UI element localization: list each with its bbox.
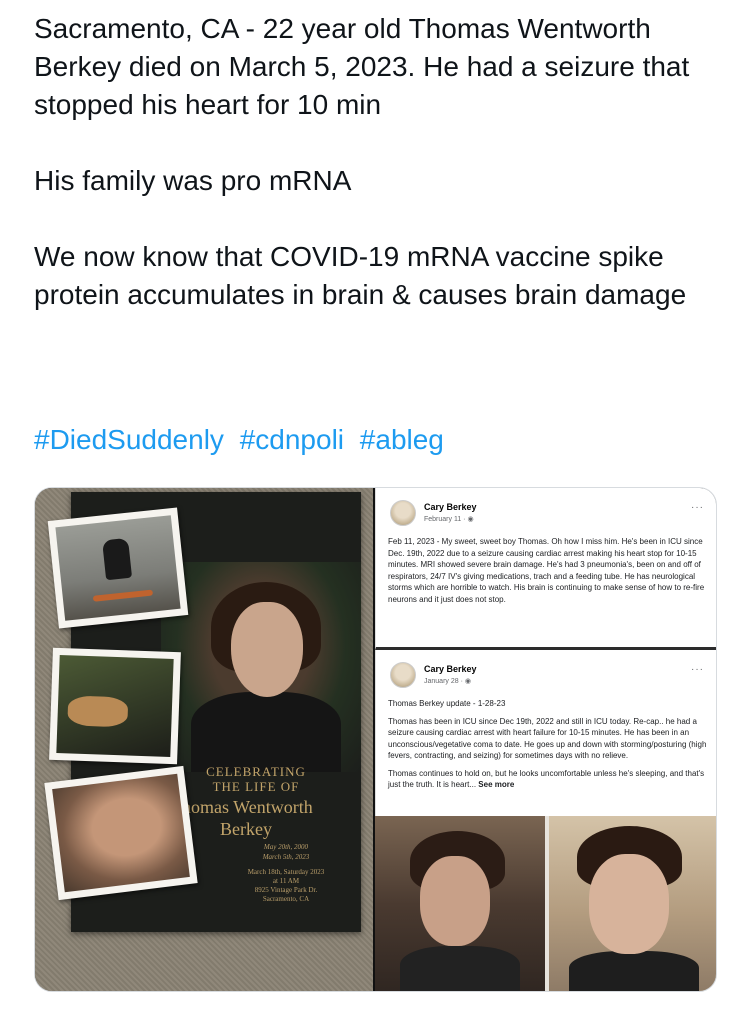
- name-line-2: Berkey: [220, 819, 272, 839]
- death-date: March 5th, 2023: [262, 853, 310, 861]
- post-paragraph: Thomas continues to hold on, but he look…: [388, 768, 710, 791]
- life-dates: May 20th, 2000 March 5th, 2023: [221, 842, 351, 862]
- tweet-paragraph-1: Sacramento, CA - 22 year old Thomas Went…: [34, 13, 690, 120]
- service-address: 8925 Vintage Park Dr.: [254, 886, 318, 894]
- hashtag-cdnpoli[interactable]: #cdnpoli: [240, 424, 344, 455]
- portrait-photo: [161, 562, 361, 772]
- post-date: February 11 · ◉: [424, 515, 474, 523]
- post-date-text: January 28 ·: [424, 678, 465, 685]
- facebook-post: Cary Berkey February 11 · ◉ ··· Feb 11, …: [375, 488, 716, 650]
- tweet-text: Sacramento, CA - 22 year old Thomas Went…: [34, 10, 734, 314]
- see-more-link: See more: [478, 780, 515, 789]
- photo-thomas-left: [375, 816, 545, 991]
- avatar: [390, 662, 416, 688]
- tweet-paragraph-3: We now know that COVID-19 mRNA vaccine s…: [34, 241, 687, 310]
- hashtag-ableg[interactable]: #ableg: [360, 424, 444, 455]
- post-paragraph-text: Thomas continues to hold on, but he look…: [388, 768, 705, 790]
- heading-line-2: THE LIFE OF: [212, 779, 300, 794]
- post-paragraph: Feb 11, 2023 - My sweet, sweet boy Thoma…: [388, 537, 705, 604]
- hashtag-died-suddenly[interactable]: #DiedSuddenly: [34, 424, 224, 455]
- globe-icon: ◉: [464, 678, 471, 685]
- skateboard-photo: [47, 507, 189, 629]
- post-paragraph: Thomas Berkey update - 1-28-23: [388, 699, 506, 708]
- avatar: [390, 500, 416, 526]
- service-details: March 18th, Saturday 2023 at 11 AM 8925 …: [221, 868, 351, 904]
- post-date: January 28 · ◉: [424, 677, 471, 685]
- celebrating-heading: CELEBRATING THE LIFE OF: [171, 764, 341, 794]
- name-line-1: Thomas Wentworth: [171, 797, 313, 817]
- post-author: Cary Berkey: [424, 664, 477, 674]
- memorial-photo: CELEBRATING THE LIFE OF Thomas Wentworth…: [35, 488, 373, 991]
- post-photos: [375, 816, 716, 991]
- service-city: Sacramento, CA: [262, 895, 310, 903]
- post-body: Thomas Berkey update - 1-28-23 Thomas ha…: [388, 698, 710, 797]
- post-paragraph: Thomas has been in ICU since Dec 19th, 2…: [388, 716, 707, 761]
- service-date: March 18th, Saturday 2023: [247, 868, 325, 876]
- post-date-text: February 11 ·: [424, 516, 468, 523]
- service-time: at 11 AM: [272, 877, 300, 885]
- hashtag-list: #DiedSuddenly #cdnpoli #ableg: [34, 424, 452, 456]
- facebook-post: Cary Berkey January 28 · ◉ ··· Thomas Be…: [375, 650, 716, 816]
- deceased-name: Thomas Wentworth Berkey: [171, 796, 401, 840]
- tweet-paragraph-2: His family was pro mRNA: [34, 165, 352, 196]
- post-body: Feb 11, 2023 - My sweet, sweet boy Thoma…: [388, 536, 710, 605]
- post-author: Cary Berkey: [424, 502, 477, 512]
- photo-thomas-right: [549, 816, 716, 991]
- guitar-photo: [49, 647, 181, 765]
- globe-icon: ◉: [467, 516, 474, 523]
- heading-line-1: CELEBRATING: [206, 764, 306, 779]
- more-options-icon: ···: [691, 502, 704, 513]
- birth-date: May 20th, 2000: [263, 843, 309, 851]
- more-options-icon: ···: [691, 664, 704, 675]
- tweet-media[interactable]: CELEBRATING THE LIFE OF Thomas Wentworth…: [34, 487, 717, 992]
- closeup-photo: [44, 765, 198, 901]
- facebook-screenshot: Cary Berkey February 11 · ◉ ··· Feb 11, …: [375, 488, 716, 991]
